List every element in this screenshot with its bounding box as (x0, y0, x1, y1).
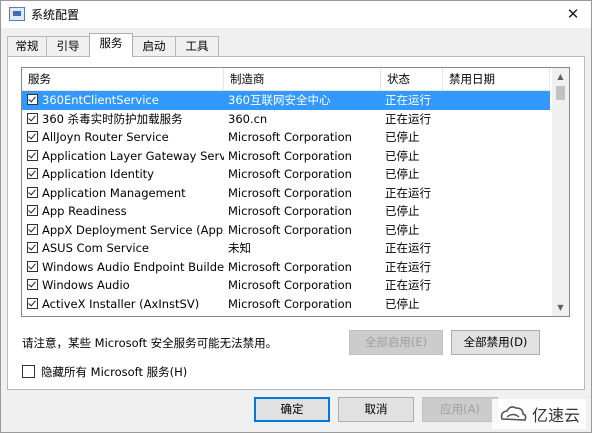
service-manufacturer: Microsoft Corporation (228, 185, 352, 200)
column-header-service[interactable]: 服务 (22, 68, 224, 90)
table-row[interactable]: Windows Audio Microsoft Corporation 正在运行 (22, 276, 550, 295)
service-name: Application Layer Gateway Service (42, 148, 224, 163)
service-manufacturer: 360.cn (228, 111, 268, 126)
service-status: 正在运行 (385, 185, 431, 200)
cloud-logo-icon (500, 406, 527, 421)
disable-all-button[interactable]: 全部禁用(D) (451, 330, 540, 355)
table-row[interactable]: ASUS Com Service 未知 正在运行 (22, 239, 550, 258)
service-name: Windows Audio (42, 278, 130, 292)
table-row[interactable]: Application Layer Gateway Service Microso… (22, 147, 550, 166)
ok-button[interactable]: 确定 (254, 397, 330, 422)
service-name: ActiveX Installer (AxInstSV) (42, 296, 200, 311)
tab-startup[interactable]: 启动 (132, 36, 176, 56)
services-tab-panel: 服务 制造商 状态 禁用日期 360EntClientService 360互联网… (7, 56, 585, 390)
table-row[interactable]: 360EntClientService 360互联网安全中心 正在运行 (22, 91, 550, 110)
table-row[interactable]: 360 杀毒实时防护加载服务 360.cn 正在运行 (22, 110, 550, 129)
service-status: 已停止 (385, 148, 420, 163)
service-checkbox[interactable] (27, 94, 38, 105)
service-status: 正在运行 (385, 241, 431, 255)
service-checkbox[interactable] (27, 242, 38, 253)
service-manufacturer: Microsoft Corporation (228, 204, 352, 218)
table-row[interactable]: BitLocker Drive Encryption Service Micros… (22, 313, 550, 317)
service-name: Application Identity (42, 167, 154, 181)
service-status: 正在运行 (385, 111, 431, 126)
watermark: 亿速云 (491, 399, 586, 429)
service-manufacturer: Microsoft Corporation (228, 130, 352, 144)
service-checkbox[interactable] (27, 279, 38, 290)
table-row[interactable]: App Readiness Microsoft Corporation 已停止 (22, 202, 550, 221)
service-name: 360EntClientService (42, 93, 159, 107)
service-checkbox[interactable] (27, 316, 38, 317)
service-status: 已停止 (385, 313, 445, 316)
notice-text: 请注意，某些 Microsoft 安全服务可能无法禁用。 (22, 336, 278, 350)
service-checkbox[interactable] (27, 131, 38, 142)
service-status: 正在运行 (385, 278, 431, 292)
service-manufacturer: Microsoft Corporation (228, 148, 352, 163)
table-row[interactable]: AppX Deployment Service (AppX... Microsof… (22, 221, 550, 240)
service-name: Application Management (42, 185, 186, 200)
table-row[interactable]: Application Management Microsoft Corporat… (22, 184, 550, 203)
service-status: 已停止 (385, 222, 420, 237)
apply-button[interactable]: 应用(A) (422, 397, 498, 422)
watermark-text: 亿速云 (531, 406, 580, 425)
service-checkbox[interactable] (27, 149, 38, 161)
service-manufacturer: Microsoft Corporation (228, 167, 352, 181)
scroll-up-icon[interactable]: ▲ (552, 68, 569, 85)
service-manufacturer: 360互联网安全中心 (228, 93, 331, 107)
tab-general[interactable]: 常规 (7, 36, 47, 56)
scroll-thumb[interactable] (556, 86, 565, 100)
cancel-button[interactable]: 取消 (338, 397, 414, 422)
service-checkbox[interactable] (27, 260, 38, 272)
service-status: 已停止 (385, 167, 420, 181)
tab-tools[interactable]: 工具 (175, 36, 219, 56)
service-name: 360 杀毒实时防护加载服务 (42, 111, 183, 126)
service-manufacturer: 未知 (228, 241, 251, 255)
tab-services[interactable]: 服务 (89, 33, 133, 57)
service-name: BitLocker Drive Encryption Service (42, 313, 224, 316)
service-checkbox[interactable] (27, 223, 38, 235)
scroll-down-icon[interactable]: ▼ (552, 299, 569, 316)
table-row[interactable]: ActiveX Installer (AxInstSV) Microsoft Co… (22, 295, 550, 314)
service-name: AppX Deployment Service (AppX... (42, 222, 224, 237)
close-icon[interactable]: ✕ (561, 3, 585, 25)
service-checkbox[interactable] (27, 112, 38, 124)
service-name: AllJoyn Router Service (42, 130, 169, 144)
tab-boot[interactable]: 引导 (46, 36, 90, 56)
table-row[interactable]: Windows Audio Endpoint Builder Microsoft … (22, 258, 550, 277)
table-row[interactable]: Application Identity Microsoft Corporatio… (22, 165, 550, 184)
service-status: 正在运行 (385, 259, 431, 274)
title-bar[interactable]: 系统配置 ✕ (1, 1, 591, 28)
table-row[interactable]: AllJoyn Router Service Microsoft Corporat… (22, 128, 550, 147)
service-checkbox[interactable] (27, 297, 38, 309)
column-header-status[interactable]: 状态 (381, 68, 443, 90)
service-status: 已停止 (385, 204, 420, 218)
list-header: 服务 制造商 状态 禁用日期 (22, 68, 550, 91)
service-manufacturer: Microsoft Corporation (228, 296, 352, 311)
hide-microsoft-services-checkbox[interactable] (22, 365, 35, 378)
service-checkbox[interactable] (27, 186, 38, 198)
service-checkbox[interactable] (27, 168, 38, 179)
service-checkbox[interactable] (27, 205, 38, 216)
system-config-window: 系统配置 ✕ 常规 引导 服务 启动 工具 服务 制造商 状态 禁用日期 360… (0, 0, 592, 433)
service-status: 已停止 (385, 130, 420, 144)
app-icon (9, 7, 25, 21)
enable-all-button[interactable]: 全部启用(E) (349, 330, 443, 355)
service-status: 已停止 (385, 296, 420, 311)
column-header-manufacturer[interactable]: 制造商 (224, 68, 381, 90)
service-manufacturer: Microsoft Corporation (228, 222, 352, 237)
service-name: ASUS Com Service (42, 241, 149, 255)
service-name: App Readiness (42, 204, 127, 218)
vertical-scrollbar[interactable]: ▲ ▼ (552, 68, 569, 316)
service-name: Windows Audio Endpoint Builder (42, 259, 224, 274)
column-header-disabled-date[interactable]: 禁用日期 (443, 68, 550, 90)
window-title: 系统配置 (31, 8, 80, 22)
services-list[interactable]: 服务 制造商 状态 禁用日期 360EntClientService 360互联网… (21, 67, 570, 317)
hide-microsoft-services-label[interactable]: 隐藏所有 Microsoft 服务(H) (41, 364, 187, 380)
service-manufacturer: Microsoft Corporation (228, 313, 378, 316)
service-status: 正在运行 (385, 93, 431, 107)
service-manufacturer: Microsoft Corporation (228, 278, 352, 292)
service-manufacturer: Microsoft Corporation (228, 259, 352, 274)
